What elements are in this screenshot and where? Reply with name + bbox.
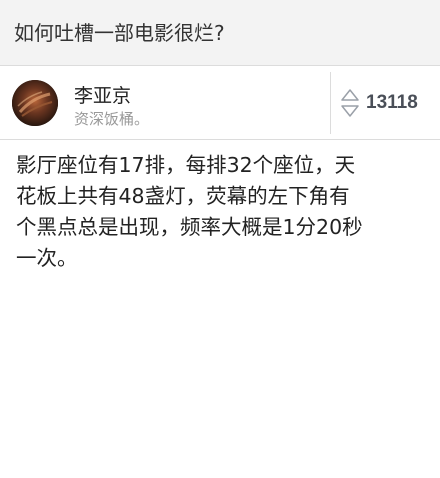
answer-line: 花板上共有48盏灯，荧幕的左下角有 bbox=[16, 184, 350, 208]
vote-arrows-icon bbox=[341, 89, 359, 117]
question-header[interactable]: 如何吐槽一部电影很烂? bbox=[0, 0, 440, 66]
answer-author-bar: 李亚京 资深饭桶。 13118 bbox=[0, 66, 440, 140]
vote-count: 13118 bbox=[366, 92, 418, 113]
answer-content: 影厅座位有17排，每排32个座位，天 花板上共有48盏灯，荧幕的左下角有 个黑点… bbox=[16, 150, 426, 274]
answer-line: 影厅座位有17排，每排32个座位，天 bbox=[16, 153, 356, 177]
avatar-image bbox=[12, 80, 58, 126]
author-avatar[interactable] bbox=[12, 80, 58, 126]
question-title[interactable]: 如何吐槽一部电影很烂? bbox=[14, 17, 225, 46]
vote-divider bbox=[330, 72, 331, 134]
answer-line: 一次。 bbox=[16, 246, 78, 270]
vote-button[interactable]: 13118 bbox=[340, 86, 434, 120]
answer-line: 个黑点总是出现，频率大概是1分20秒 bbox=[16, 215, 363, 239]
author-bio: 资深饭桶。 bbox=[74, 110, 150, 128]
answer-page: 如何吐槽一部电影很烂? 李亚京 资深饭桶。 13118 影厅座位有17排，每排3… bbox=[0, 0, 440, 478]
author-name[interactable]: 李亚京 bbox=[74, 81, 131, 108]
